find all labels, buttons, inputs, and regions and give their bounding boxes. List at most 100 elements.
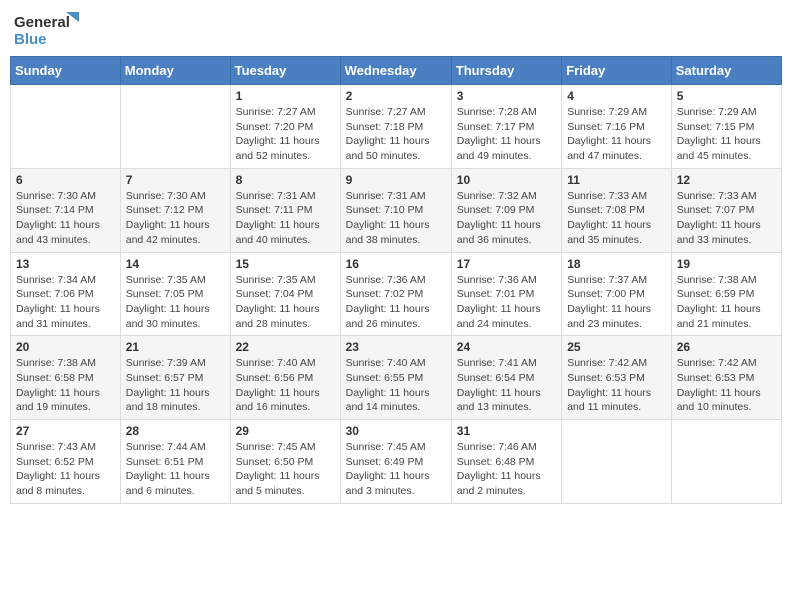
day-info: Sunrise: 7:45 AM Sunset: 6:50 PM Dayligh… — [236, 440, 335, 499]
calendar-cell: 30Sunrise: 7:45 AM Sunset: 6:49 PM Dayli… — [340, 420, 451, 504]
calendar-cell: 2 Sunrise: 7:27 AM Sunset: 7:18 PM Daylig… — [340, 85, 451, 169]
calendar-week-row: 13 Sunrise: 7:34 AM Sunset: 7:06 PM Dayli… — [11, 252, 782, 336]
day-info: Sunrise: 7:28 AM Sunset: 7:17 PM Dayligh… — [457, 105, 556, 164]
calendar-cell: 17 Sunrise: 7:36 AM Sunset: 7:01 PM Dayli… — [451, 252, 561, 336]
day-info: Sunrise: 7:42 AM Sunset: 6:53 PM Dayligh… — [567, 356, 666, 415]
calendar-cell: 5 Sunrise: 7:29 AM Sunset: 7:15 PM Daylig… — [671, 85, 781, 169]
calendar-cell: 21 Sunrise: 7:39 AM Sunset: 6:57 PM Dayli… — [120, 336, 230, 420]
day-info: Sunrise: 7:43 AM Sunset: 6:52 PM Dayligh… — [16, 440, 115, 499]
day-number: 12 — [677, 173, 776, 187]
day-info: Sunrise: 7:39 AM Sunset: 6:57 PM Dayligh… — [126, 356, 225, 415]
calendar-cell: 4Sunrise: 7:29 AM Sunset: 7:16 PM Daylig… — [562, 85, 672, 169]
day-info: Sunrise: 7:34 AM Sunset: 7:06 PM Dayligh… — [16, 273, 115, 332]
day-info: Sunrise: 7:35 AM Sunset: 7:05 PM Dayligh… — [126, 273, 225, 332]
day-number: 25 — [567, 340, 666, 354]
calendar-week-row: 6 Sunrise: 7:30 AM Sunset: 7:14 PM Daylig… — [11, 168, 782, 252]
calendar-cell: 25 Sunrise: 7:42 AM Sunset: 6:53 PM Dayli… — [562, 336, 672, 420]
calendar-cell: 23 Sunrise: 7:40 AM Sunset: 6:55 PM Dayli… — [340, 336, 451, 420]
calendar-cell: 28 Sunrise: 7:44 AM Sunset: 6:51 PM Dayli… — [120, 420, 230, 504]
day-number: 18 — [567, 257, 666, 271]
day-number: 10 — [457, 173, 556, 187]
calendar-table: SundayMondayTuesdayWednesdayThursdayFrid… — [10, 56, 782, 504]
day-info: Sunrise: 7:37 AM Sunset: 7:00 PM Dayligh… — [567, 273, 666, 332]
calendar-cell: 8 Sunrise: 7:31 AM Sunset: 7:11 PM Daylig… — [230, 168, 340, 252]
day-info: Sunrise: 7:36 AM Sunset: 7:02 PM Dayligh… — [346, 273, 446, 332]
day-number: 5 — [677, 89, 776, 103]
calendar-cell: 27 Sunrise: 7:43 AM Sunset: 6:52 PM Dayli… — [11, 420, 121, 504]
day-number: 19 — [677, 257, 776, 271]
day-info: Sunrise: 7:32 AM Sunset: 7:09 PM Dayligh… — [457, 189, 556, 248]
day-info: Sunrise: 7:27 AM Sunset: 7:20 PM Dayligh… — [236, 105, 335, 164]
day-info: Sunrise: 7:44 AM Sunset: 6:51 PM Dayligh… — [126, 440, 225, 499]
day-of-week-header: Tuesday — [230, 57, 340, 85]
calendar-cell: 29 Sunrise: 7:45 AM Sunset: 6:50 PM Dayli… — [230, 420, 340, 504]
day-info: Sunrise: 7:42 AM Sunset: 6:53 PM Dayligh… — [677, 356, 776, 415]
day-number: 6 — [16, 173, 115, 187]
day-info: Sunrise: 7:30 AM Sunset: 7:12 PM Dayligh… — [126, 189, 225, 248]
day-info: Sunrise: 7:31 AM Sunset: 7:10 PM Dayligh… — [346, 189, 446, 248]
day-info: Sunrise: 7:35 AM Sunset: 7:04 PM Dayligh… — [236, 273, 335, 332]
calendar-cell — [562, 420, 672, 504]
calendar-cell: 6 Sunrise: 7:30 AM Sunset: 7:14 PM Daylig… — [11, 168, 121, 252]
calendar-week-row: 1 Sunrise: 7:27 AM Sunset: 7:20 PM Daylig… — [11, 85, 782, 169]
svg-text:General: General — [14, 14, 70, 31]
day-info: Sunrise: 7:40 AM Sunset: 6:55 PM Dayligh… — [346, 356, 446, 415]
calendar-cell: 9Sunrise: 7:31 AM Sunset: 7:10 PM Daylig… — [340, 168, 451, 252]
day-number: 2 — [346, 89, 446, 103]
day-number: 8 — [236, 173, 335, 187]
day-of-week-header: Thursday — [451, 57, 561, 85]
day-number: 29 — [236, 424, 335, 438]
day-info: Sunrise: 7:46 AM Sunset: 6:48 PM Dayligh… — [457, 440, 556, 499]
day-number: 23 — [346, 340, 446, 354]
day-number: 4 — [567, 89, 666, 103]
day-number: 27 — [16, 424, 115, 438]
calendar-cell: 26 Sunrise: 7:42 AM Sunset: 6:53 PM Dayli… — [671, 336, 781, 420]
day-number: 14 — [126, 257, 225, 271]
calendar-cell: 10 Sunrise: 7:32 AM Sunset: 7:09 PM Dayli… — [451, 168, 561, 252]
day-number: 17 — [457, 257, 556, 271]
calendar-week-row: 27 Sunrise: 7:43 AM Sunset: 6:52 PM Dayli… — [11, 420, 782, 504]
day-info: Sunrise: 7:30 AM Sunset: 7:14 PM Dayligh… — [16, 189, 115, 248]
day-number: 22 — [236, 340, 335, 354]
calendar-cell: 19Sunrise: 7:38 AM Sunset: 6:59 PM Dayli… — [671, 252, 781, 336]
calendar-cell: 20Sunrise: 7:38 AM Sunset: 6:58 PM Dayli… — [11, 336, 121, 420]
calendar-cell: 11 Sunrise: 7:33 AM Sunset: 7:08 PM Dayli… — [562, 168, 672, 252]
day-info: Sunrise: 7:31 AM Sunset: 7:11 PM Dayligh… — [236, 189, 335, 248]
day-number: 15 — [236, 257, 335, 271]
day-number: 30 — [346, 424, 446, 438]
day-of-week-header: Wednesday — [340, 57, 451, 85]
day-number: 7 — [126, 173, 225, 187]
calendar-cell: 24Sunrise: 7:41 AM Sunset: 6:54 PM Dayli… — [451, 336, 561, 420]
day-number: 28 — [126, 424, 225, 438]
calendar-cell — [120, 85, 230, 169]
calendar-cell: 18 Sunrise: 7:37 AM Sunset: 7:00 PM Dayli… — [562, 252, 672, 336]
calendar-cell: 13 Sunrise: 7:34 AM Sunset: 7:06 PM Dayli… — [11, 252, 121, 336]
day-of-week-header: Sunday — [11, 57, 121, 85]
day-info: Sunrise: 7:36 AM Sunset: 7:01 PM Dayligh… — [457, 273, 556, 332]
day-number: 31 — [457, 424, 556, 438]
day-info: Sunrise: 7:27 AM Sunset: 7:18 PM Dayligh… — [346, 105, 446, 164]
day-info: Sunrise: 7:33 AM Sunset: 7:08 PM Dayligh… — [567, 189, 666, 248]
day-number: 26 — [677, 340, 776, 354]
day-number: 11 — [567, 173, 666, 187]
calendar-cell: 12 Sunrise: 7:33 AM Sunset: 7:07 PM Dayli… — [671, 168, 781, 252]
day-info: Sunrise: 7:29 AM Sunset: 7:15 PM Dayligh… — [677, 105, 776, 164]
day-info: Sunrise: 7:40 AM Sunset: 6:56 PM Dayligh… — [236, 356, 335, 415]
day-number: 16 — [346, 257, 446, 271]
calendar-cell: 22 Sunrise: 7:40 AM Sunset: 6:56 PM Dayli… — [230, 336, 340, 420]
day-number: 24 — [457, 340, 556, 354]
page-header: GeneralBlue — [10, 10, 782, 48]
calendar-cell: 7 Sunrise: 7:30 AM Sunset: 7:12 PM Daylig… — [120, 168, 230, 252]
day-number: 3 — [457, 89, 556, 103]
day-of-week-header: Saturday — [671, 57, 781, 85]
calendar-cell: 31 Sunrise: 7:46 AM Sunset: 6:48 PM Dayli… — [451, 420, 561, 504]
day-number: 13 — [16, 257, 115, 271]
calendar-cell: 1 Sunrise: 7:27 AM Sunset: 7:20 PM Daylig… — [230, 85, 340, 169]
day-of-week-header: Friday — [562, 57, 672, 85]
day-number: 1 — [236, 89, 335, 103]
day-number: 21 — [126, 340, 225, 354]
day-info: Sunrise: 7:33 AM Sunset: 7:07 PM Dayligh… — [677, 189, 776, 248]
calendar-week-row: 20Sunrise: 7:38 AM Sunset: 6:58 PM Dayli… — [11, 336, 782, 420]
calendar-header-row: SundayMondayTuesdayWednesdayThursdayFrid… — [11, 57, 782, 85]
calendar-cell: 15 Sunrise: 7:35 AM Sunset: 7:04 PM Dayli… — [230, 252, 340, 336]
